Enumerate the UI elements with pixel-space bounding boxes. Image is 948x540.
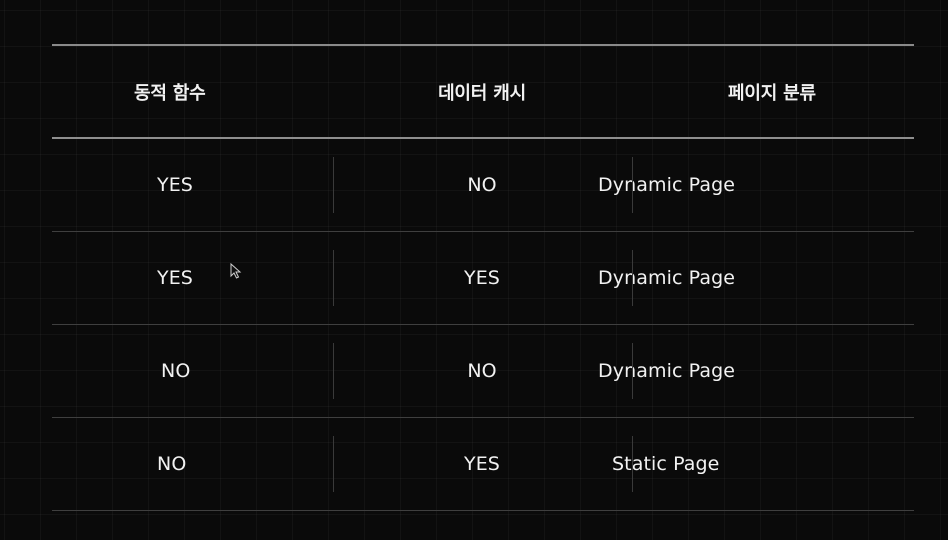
cell-page-type: Dynamic Page xyxy=(598,267,736,289)
column-divider xyxy=(333,250,334,306)
header-page-type: 페이지 분류 xyxy=(728,82,816,104)
column-divider xyxy=(333,436,334,492)
cell-dynamic-function: NO xyxy=(157,453,187,475)
column-divider xyxy=(333,157,334,213)
column-divider xyxy=(632,343,633,399)
table-row: YES NO Dynamic Page xyxy=(52,139,914,232)
table-row: YES YES Dynamic Page xyxy=(52,232,914,325)
cell-dynamic-function: YES xyxy=(157,267,193,289)
column-divider xyxy=(632,436,633,492)
table-header-row: 동적 함수 데이터 캐시 페이지 분류 xyxy=(52,46,914,137)
column-divider xyxy=(632,250,633,306)
header-data-cache: 데이터 캐시 xyxy=(438,82,526,104)
header-dynamic-function: 동적 함수 xyxy=(134,82,206,104)
arrow-cursor-icon xyxy=(230,263,242,279)
cell-page-type: Dynamic Page xyxy=(598,174,736,196)
comparison-table: 동적 함수 데이터 캐시 페이지 분류 YES NO Dynamic Page … xyxy=(52,44,914,511)
table-row: NO NO Dynamic Page xyxy=(52,325,914,418)
cell-dynamic-function: YES xyxy=(157,174,193,196)
column-divider xyxy=(333,343,334,399)
column-divider xyxy=(632,157,633,213)
cell-page-type: Static Page xyxy=(612,453,720,475)
cell-dynamic-function: NO xyxy=(161,360,191,382)
cell-page-type: Dynamic Page xyxy=(598,360,736,382)
cell-data-cache: YES xyxy=(464,453,500,475)
table-row: NO YES Static Page xyxy=(52,418,914,511)
